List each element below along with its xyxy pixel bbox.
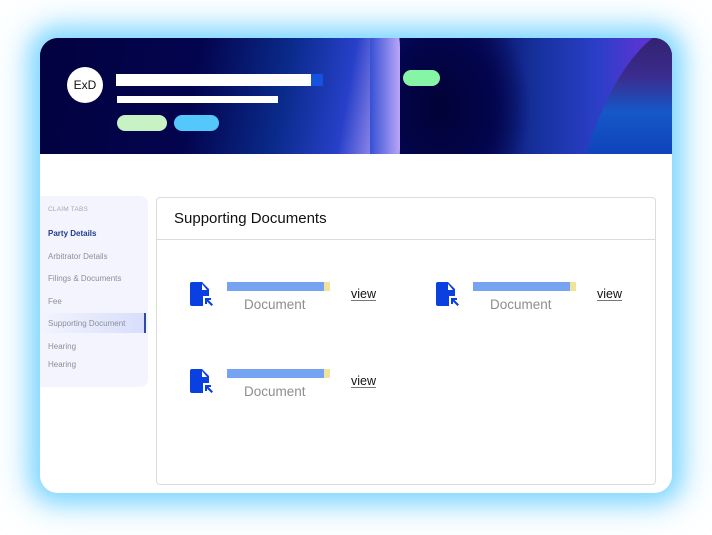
upload-progress-bar xyxy=(473,282,576,291)
view-link[interactable]: view xyxy=(597,287,622,301)
status-pill-blue xyxy=(174,115,219,131)
document-label: Document xyxy=(490,297,552,312)
document-label: Document xyxy=(244,297,306,312)
sidebar-item-supporting-document[interactable]: Supporting Document xyxy=(40,313,146,333)
document-item: Document view xyxy=(189,278,399,318)
claim-tabs-sidebar: CLAIM TABS Party Details Arbitrator Deta… xyxy=(40,196,148,387)
sidebar-item-hearing-2[interactable]: Hearing xyxy=(40,354,146,374)
file-upload-icon xyxy=(436,282,459,306)
upload-progress-fill xyxy=(227,282,324,291)
sidebar-item-arbitrator-details[interactable]: Arbitrator Details xyxy=(40,246,146,266)
name-placeholder-bar xyxy=(116,74,311,86)
document-label: Document xyxy=(244,384,306,399)
upload-progress-bar xyxy=(227,282,330,291)
sidebar-item-fee[interactable]: Fee xyxy=(40,291,146,311)
upload-progress-bar xyxy=(227,369,330,378)
banner-wave xyxy=(370,38,400,154)
upload-progress-fill xyxy=(473,282,570,291)
avatar[interactable]: ExD xyxy=(67,67,103,103)
sidebar-section-label: CLAIM TABS xyxy=(48,206,89,213)
panel-title: Supporting Documents xyxy=(174,210,327,227)
view-link[interactable]: view xyxy=(351,374,376,388)
view-link[interactable]: view xyxy=(351,287,376,301)
upload-progress-fill xyxy=(227,369,324,378)
sidebar-item-party-details[interactable]: Party Details xyxy=(40,223,146,243)
file-upload-icon xyxy=(190,369,213,393)
document-item: Document view xyxy=(189,365,399,405)
supporting-documents-panel: Supporting Documents Document view Docum… xyxy=(156,197,656,485)
document-item: Document view xyxy=(435,278,645,318)
panel-divider xyxy=(157,239,655,240)
file-upload-icon xyxy=(190,282,213,306)
header-banner: ExD xyxy=(40,38,672,154)
sidebar-item-hearing[interactable]: Hearing xyxy=(40,336,146,356)
claim-card: ExD CLAIM TABS Party Details Arbitrator … xyxy=(40,38,672,493)
status-badge xyxy=(403,70,440,86)
subtitle-placeholder-bar xyxy=(117,96,278,103)
status-pill-green xyxy=(117,115,167,131)
name-accent-bar xyxy=(311,74,323,86)
sidebar-item-filings-documents[interactable]: Filings & Documents xyxy=(40,268,146,288)
